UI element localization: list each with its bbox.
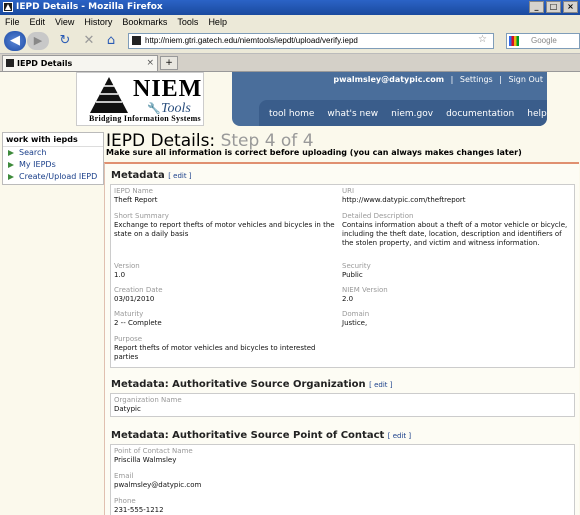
- field-niem-version: NIEM Version 2.0: [342, 286, 388, 303]
- sidebar: work with iepds Search My IEPDs Create/U…: [2, 132, 104, 185]
- close-button[interactable]: ×: [563, 1, 578, 13]
- field-uri: URI http://www.datypic.com/theftreport: [342, 187, 466, 204]
- settings-link[interactable]: Settings: [460, 75, 493, 84]
- search-input[interactable]: Google: [506, 33, 580, 49]
- details-panel: Metadata [ edit ] IEPD Name Theft Report…: [104, 162, 579, 515]
- menu-file[interactable]: File: [0, 15, 25, 29]
- menu-help[interactable]: Help: [203, 15, 232, 29]
- menu-tools[interactable]: Tools: [172, 15, 203, 29]
- nav-niem-gov[interactable]: niem.gov: [391, 109, 433, 119]
- auth-poc-card: Point of Contact Name Priscilla Walmsley…: [110, 444, 575, 515]
- auth-org-edit-link[interactable]: [ edit ]: [369, 381, 392, 389]
- field-organization-name: Organization Name Datypic: [114, 396, 182, 413]
- field-purpose: Purpose Report thefts of motor vehicles …: [114, 335, 316, 361]
- new-tab-button[interactable]: +: [160, 56, 178, 70]
- sidebar-item-create-upload[interactable]: Create/Upload IEPD: [3, 171, 103, 183]
- page-content: NIEM 🔧 Tools Bridging Information System…: [0, 72, 580, 515]
- metadata-title: Metadata: [111, 170, 165, 181]
- logo-title: NIEM: [133, 76, 203, 102]
- home-icon[interactable]: ⌂: [102, 32, 120, 50]
- metadata-edit-link[interactable]: [ edit ]: [168, 172, 191, 180]
- site-nav: tool home what's new niem.gov documentat…: [269, 109, 547, 119]
- auth-org-heading: Metadata: Authoritative Source Organizat…: [111, 379, 393, 390]
- auth-org-card: Organization Name Datypic: [110, 393, 575, 417]
- sign-out-link[interactable]: Sign Out: [509, 75, 544, 84]
- reload-icon[interactable]: ↻: [56, 32, 74, 50]
- field-short-summary: Short Summary Exchange to report thefts …: [114, 212, 335, 238]
- auth-poc-edit-link[interactable]: [ edit ]: [388, 432, 411, 440]
- field-creation-date: Creation Date 03/01/2010: [114, 286, 163, 303]
- address-bar[interactable]: http://niem.gtri.gatech.edu/niemtools/ie…: [128, 33, 494, 49]
- field-email: Email pwalmsley@datypic.com: [114, 472, 202, 489]
- url-text: http://niem.gtri.gatech.edu/niemtools/ie…: [145, 36, 358, 45]
- menu-history[interactable]: History: [79, 15, 117, 29]
- metadata-heading: Metadata [ edit ]: [111, 170, 192, 181]
- sidebar-heading: work with iepds: [3, 133, 103, 147]
- nav-help[interactable]: help: [527, 109, 546, 119]
- site-header: pwalmsley@datypic.com | Settings | Sign …: [232, 72, 547, 126]
- stop-icon[interactable]: ✕: [80, 32, 98, 50]
- field-maturity: Maturity 2 -- Complete: [114, 310, 162, 327]
- bookmark-star-icon[interactable]: ☆: [478, 33, 487, 47]
- back-button[interactable]: ◀: [4, 31, 26, 51]
- niem-tools-logo[interactable]: NIEM 🔧 Tools Bridging Information System…: [76, 72, 204, 126]
- search-placeholder: Google: [531, 36, 557, 45]
- metadata-card: IEPD Name Theft Report URI http://www.da…: [110, 184, 575, 368]
- auth-poc-title: Metadata: Authoritative Source Point of …: [111, 430, 385, 441]
- window-title: IEPD Details - Mozilla Firefox: [16, 2, 163, 12]
- page-subtitle: Make sure all information is correct bef…: [106, 148, 522, 157]
- menu-bookmarks[interactable]: Bookmarks: [117, 15, 172, 29]
- field-detailed-description: Detailed Description Contains informatio…: [342, 212, 568, 247]
- tab-iepd-details[interactable]: IEPD Details ×: [2, 55, 158, 71]
- firefox-icon: [3, 2, 13, 12]
- field-security: Security Public: [342, 262, 371, 279]
- auth-org-title: Metadata: Authoritative Source Organizat…: [111, 379, 366, 390]
- google-icon[interactable]: [509, 36, 519, 46]
- user-email: pwalmsley@datypic.com: [333, 75, 445, 84]
- field-poc-name: Point of Contact Name Priscilla Walmsley: [114, 447, 193, 464]
- menu-bar: File Edit View History Bookmarks Tools H…: [0, 15, 580, 29]
- logo-tagline: Bridging Information Systems: [89, 114, 201, 123]
- menu-view[interactable]: View: [50, 15, 79, 29]
- forward-button[interactable]: ▶: [27, 32, 49, 50]
- nav-tool-home[interactable]: tool home: [269, 109, 314, 119]
- site-favicon-icon: [132, 36, 141, 45]
- minimize-button[interactable]: _: [529, 1, 544, 13]
- field-domain: Domain Justice,: [342, 310, 370, 327]
- field-version: Version 1.0: [114, 262, 140, 279]
- tab-favicon-icon: [6, 59, 14, 67]
- auth-poc-heading: Metadata: Authoritative Source Point of …: [111, 430, 411, 441]
- sidebar-item-my-iepds[interactable]: My IEPDs: [3, 159, 103, 171]
- field-iepd-name: IEPD Name Theft Report: [114, 187, 158, 204]
- menu-edit[interactable]: Edit: [25, 15, 51, 29]
- tab-title: IEPD Details: [17, 59, 73, 68]
- field-phone: Phone 231-555-1212: [114, 497, 164, 514]
- maximize-button[interactable]: □: [546, 1, 561, 13]
- window-controls: _ □ ×: [529, 1, 578, 13]
- nav-documentation[interactable]: documentation: [446, 109, 514, 119]
- tab-close-icon[interactable]: ×: [146, 56, 154, 71]
- niem-pyramid-icon: [90, 77, 128, 113]
- user-links: pwalmsley@datypic.com | Settings | Sign …: [333, 75, 543, 84]
- nav-whats-new[interactable]: what's new: [327, 109, 378, 119]
- navigation-toolbar: ◀ ▶ ↻ ✕ ⌂ http://niem.gtri.gatech.edu/ni…: [0, 29, 580, 54]
- sidebar-item-search[interactable]: Search: [3, 147, 103, 159]
- window-title-bar: IEPD Details - Mozilla Firefox _ □ ×: [0, 0, 580, 15]
- tab-strip: IEPD Details × +: [0, 54, 580, 72]
